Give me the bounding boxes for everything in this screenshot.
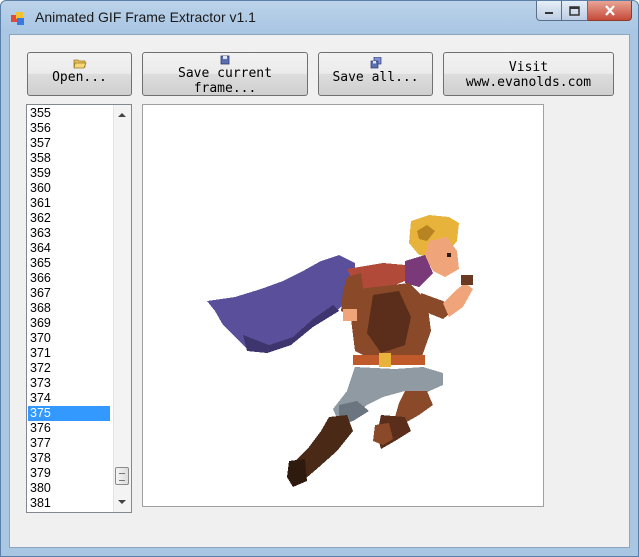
folder-open-icon: [73, 59, 87, 69]
minimize-icon: [545, 11, 553, 14]
client-area: Open... Save current frame... Save all..…: [9, 34, 630, 548]
save-current-line1: Save current: [178, 66, 272, 81]
window-title: Animated GIF Frame Extractor v1.1: [35, 9, 256, 25]
frame-list-item[interactable]: 381: [28, 496, 110, 511]
frame-list-item[interactable]: 356: [28, 121, 110, 136]
frame-list[interactable]: 355 356 357 358 359 360 361 362 363 364 …: [26, 104, 132, 513]
frame-list-item[interactable]: 359: [28, 166, 110, 181]
save-current-line2: frame...: [193, 81, 257, 96]
running-hero-sprite-image: [207, 215, 473, 487]
frame-list-item[interactable]: 367: [28, 286, 110, 301]
frame-list-item[interactable]: 362: [28, 211, 110, 226]
app-icon: [11, 12, 24, 25]
scroll-thumb[interactable]: [115, 467, 129, 485]
multiple-disks-icon: [370, 57, 381, 69]
frame-list-item[interactable]: 364: [28, 241, 110, 256]
floppy-disk-icon: [220, 55, 230, 65]
frame-list-item[interactable]: 372: [28, 361, 110, 376]
scroll-up-arrow-icon[interactable]: [118, 113, 126, 117]
visit-website-button[interactable]: Visit www.evanolds.com: [443, 52, 614, 96]
frame-list-item[interactable]: 377: [28, 436, 110, 451]
visit-line1: Visit: [508, 60, 549, 75]
frame-list-item[interactable]: 365: [28, 256, 110, 271]
frame-list-item[interactable]: 378: [28, 451, 110, 466]
frame-list-scrollbar[interactable]: [113, 105, 131, 512]
frame-list-item[interactable]: 368: [28, 301, 110, 316]
frame-preview: [142, 104, 544, 507]
minimize-button[interactable]: [536, 1, 562, 21]
frame-list-item[interactable]: 376: [28, 421, 110, 436]
save-all-button[interactable]: Save all...: [318, 52, 433, 96]
frame-list-item[interactable]: 357: [28, 136, 110, 151]
open-button[interactable]: Open...: [27, 52, 132, 96]
maximize-button[interactable]: [562, 1, 588, 21]
frame-list-item[interactable]: 374: [28, 391, 110, 406]
frame-list-item[interactable]: 360: [28, 181, 110, 196]
frame-list-item[interactable]: 363: [28, 226, 110, 241]
close-button[interactable]: [588, 1, 632, 21]
frame-list-item[interactable]: 369: [28, 316, 110, 331]
caption-buttons: [536, 1, 632, 21]
frame-list-item[interactable]: 380: [28, 481, 110, 496]
open-button-label: Open...: [52, 70, 107, 85]
frame-list-item[interactable]: 366: [28, 271, 110, 286]
frame-list-item[interactable]: 379: [28, 466, 110, 481]
title-bar[interactable]: Animated GIF Frame Extractor v1.1: [1, 1, 638, 35]
frame-list-item-selected[interactable]: 375: [28, 406, 110, 421]
save-all-label: Save all...: [332, 70, 419, 85]
save-current-frame-button[interactable]: Save current frame...: [142, 52, 308, 96]
frame-list-items: 355 356 357 358 359 360 361 362 363 364 …: [28, 106, 110, 511]
close-icon: [604, 5, 615, 16]
maximize-icon: [569, 5, 580, 16]
frame-list-item[interactable]: 371: [28, 346, 110, 361]
frame-list-item[interactable]: 370: [28, 331, 110, 346]
app-window: Animated GIF Frame Extractor v1.1 Open..…: [0, 0, 639, 557]
visit-line2: www.evanolds.com: [465, 75, 592, 90]
frame-list-item[interactable]: 361: [28, 196, 110, 211]
frame-list-item[interactable]: 355: [28, 106, 110, 121]
frame-list-item[interactable]: 358: [28, 151, 110, 166]
frame-list-item[interactable]: 373: [28, 376, 110, 391]
scroll-down-arrow-icon[interactable]: [118, 500, 126, 504]
